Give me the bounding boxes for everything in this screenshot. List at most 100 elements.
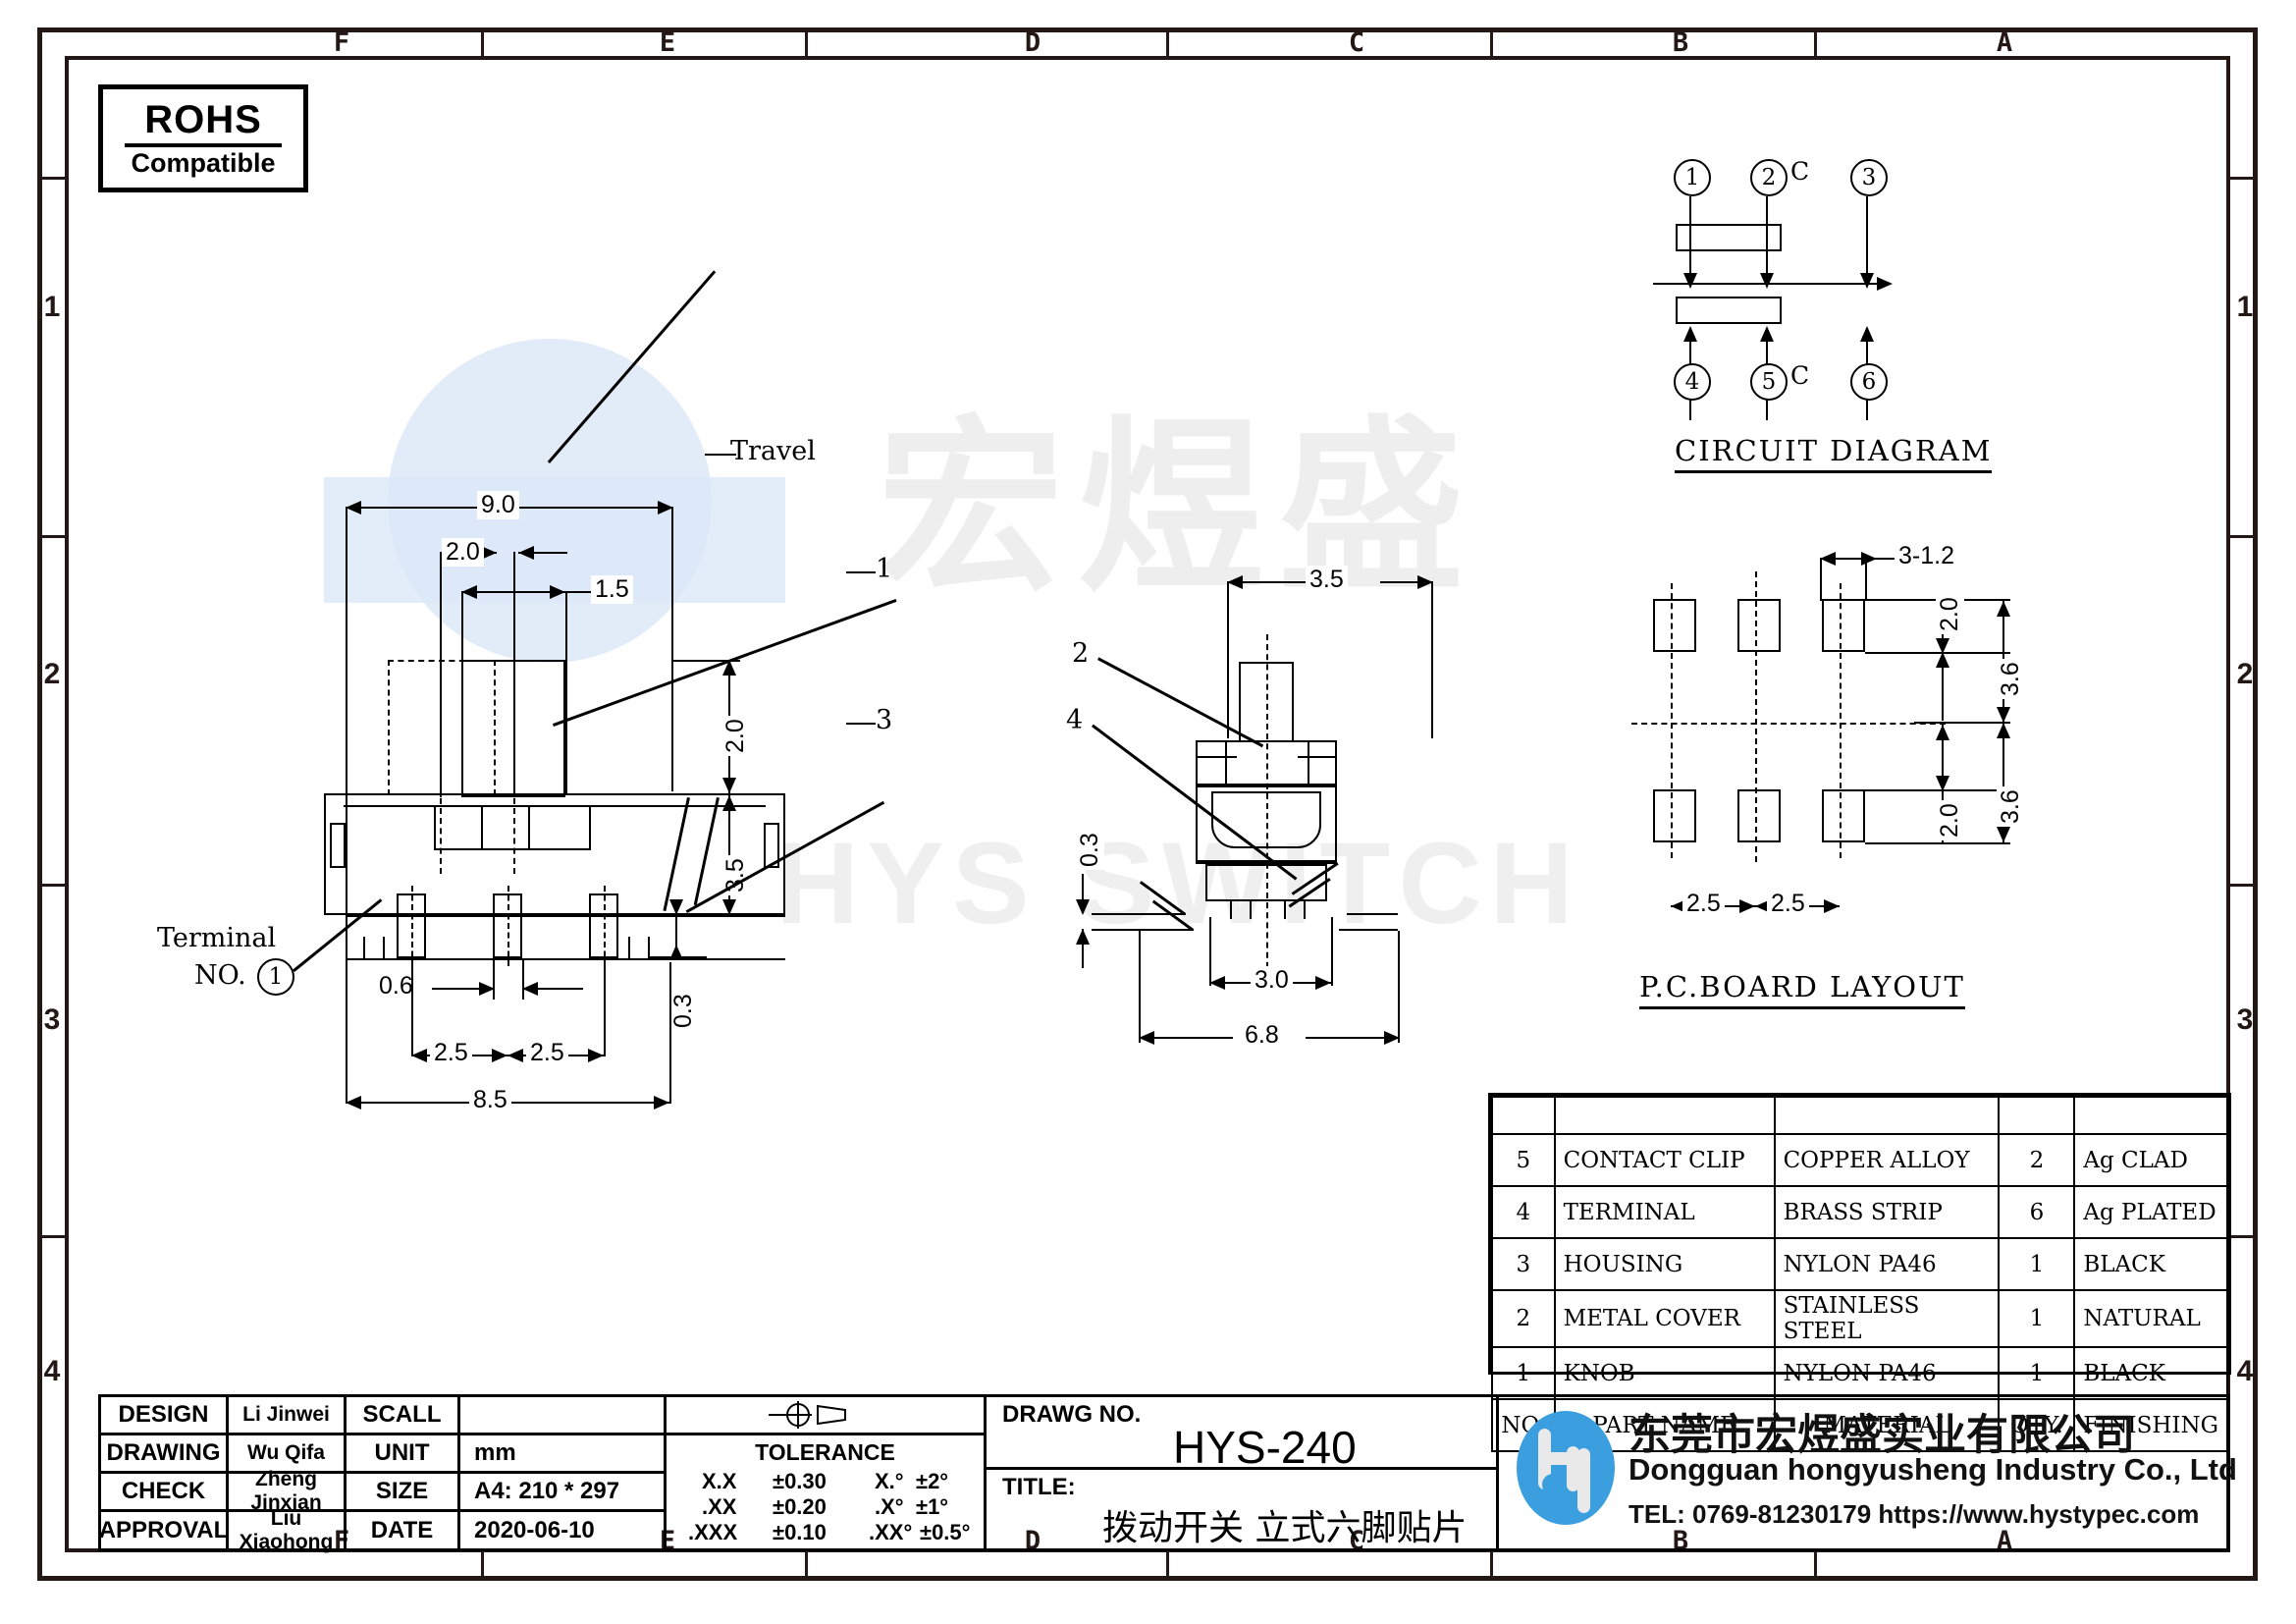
leader-1-tail [846,571,876,573]
arrow-head [669,945,683,960]
zone-right-4: 4 [2236,1355,2254,1387]
zone-top-A: A [1996,27,2013,58]
design-value: Li Jinwei [229,1397,347,1435]
zone-left-1: 1 [43,291,61,323]
bom-part-name: TERMINAL [1553,1185,1776,1239]
circuit-pin-2: 2 [1750,159,1788,196]
circuit-pin-5: 5 [1750,363,1788,401]
projection-symbol-cell [667,1397,987,1435]
zone-left-4: 4 [43,1355,61,1387]
bom-finishing: Ag PLATED [2073,1185,2228,1239]
ext-line [1820,558,1822,601]
tolerance-angkey-3: .XX° [869,1520,913,1544]
circuit-travel-arrow [1653,283,1879,285]
label-terminal-no-2: NO. [194,960,246,991]
dim-terminal-thickness: 0.3 [669,991,698,1031]
ext-line [522,960,524,1000]
circuit-common-top-label: C [1790,157,1810,186]
zone-left-3: 3 [43,1003,61,1036]
arrow-head [1315,976,1331,990]
zone-tick [2230,535,2258,538]
zone-tick [481,27,484,56]
tolerance-val-1: ±0.30 [773,1469,827,1493]
circuit-pin-1: 1 [1674,159,1711,196]
tolerance-angval-3: ±0.5° [920,1520,971,1544]
arrow-head [1936,776,1949,791]
label-part-1: 1 [876,554,893,584]
check-label: CHECK [101,1474,229,1512]
scall-value [460,1397,667,1435]
company-logo [1511,1405,1617,1531]
knob-plate-div [528,807,530,848]
circuit-bar-bottom [1676,297,1782,324]
ext-line [1209,917,1211,986]
unit-label: UNIT [347,1435,460,1474]
zone-tick [37,1235,65,1238]
bom-material: BRASS STRIP [1773,1185,2001,1239]
label-travel: Travel [730,436,816,466]
pcb-pad-top-1 [1653,599,1696,652]
pcb-pad-top-2 [1737,599,1781,652]
title-block: DESIGN DRAWING CHECK APPROVAL Li Jinwei … [98,1394,2237,1553]
bom-material: NYLON PA46 [1773,1237,2001,1291]
size-value: A4: 210 * 297 [460,1474,667,1512]
bom-part-name: METAL COVER [1553,1289,1776,1348]
arrow-head [1936,652,1949,668]
bom-material: COPPER ALLOY [1773,1133,2001,1187]
pin [1250,901,1252,919]
cover-line [1196,756,1237,758]
arrow-head [1877,277,1893,291]
wing-left-flat [1135,913,1186,915]
dim-pcb-pitch-left: 2.5 [1682,890,1725,918]
zone-right-2: 2 [2236,658,2254,690]
zone-top-D: D [1024,27,1041,58]
bom-no: 4 [1491,1185,1556,1239]
pcb-pad-bottom-1 [1653,789,1696,842]
arrow-head [1760,326,1774,342]
company-name-en: Dongguan hongyusheng Industry Co., Ltd [1629,1452,2237,1487]
pcb-centerline-h [1631,723,1946,725]
dim-knob-height: 2.0 [721,716,750,756]
dim-line [546,507,673,509]
tolerance-key-3: .XXX [688,1520,738,1544]
arrow-head [346,501,361,514]
cover-line [1298,756,1337,758]
approval-value: Liu Xiaohong [229,1507,347,1553]
arrow-head [411,1049,427,1062]
arrow-head [1824,899,1840,913]
dim-pad-height-bottom: 2.0 [1936,800,1964,840]
arrow-head [1739,899,1755,913]
date-value: 2020-06-10 [460,1512,667,1549]
leader-3-tail [846,723,876,725]
tolerance-angval-1: ±2° [916,1469,949,1493]
bom-qty: 6 [1998,1185,2076,1239]
zone-tick [37,177,65,180]
ext-line [1139,931,1141,1043]
zone-right-3: 3 [2236,1003,2254,1036]
wing-right-flat-2 [1339,929,1398,931]
company-block: 东莞市宏煜盛实业有限公司 Dongguan hongyusheng Indust… [1499,1397,2237,1549]
ext-line [1431,581,1433,738]
ext-line [1092,913,1137,915]
zone-tick [805,27,808,56]
bom-row: 3 HOUSING NYLON PA46 1 BLACK [1491,1237,2228,1291]
zone-tick [1814,27,1817,56]
pcb-layout-caption: P.C.BOARD LAYOUT [1639,970,1965,1009]
dim-side-thickness: 0.3 [1076,830,1104,870]
zone-tick [1490,1552,1493,1581]
pcb-centerline-v [1840,583,1842,858]
arrow-head [1076,899,1090,915]
circuit-bar-top [1676,224,1782,251]
arrow-head [588,1049,604,1062]
dim-pad-height-top: 2.0 [1936,594,1964,634]
bom-row: 5 CONTACT CLIP COPPER ALLOY 2 Ag CLAD [1491,1133,2228,1187]
bom-part-name: HOUSING [1553,1237,1776,1291]
rohs-badge: ROHS Compatible [98,84,308,192]
bom-qty: 1 [1998,1237,2076,1291]
arrow-head [550,585,565,599]
circuit-pin-6: 6 [1850,363,1888,401]
arrow-head [518,546,534,560]
ext-line [687,915,740,917]
label-part-3: 3 [876,705,893,735]
bom-material: STAINLESS STEEL [1773,1289,2001,1348]
